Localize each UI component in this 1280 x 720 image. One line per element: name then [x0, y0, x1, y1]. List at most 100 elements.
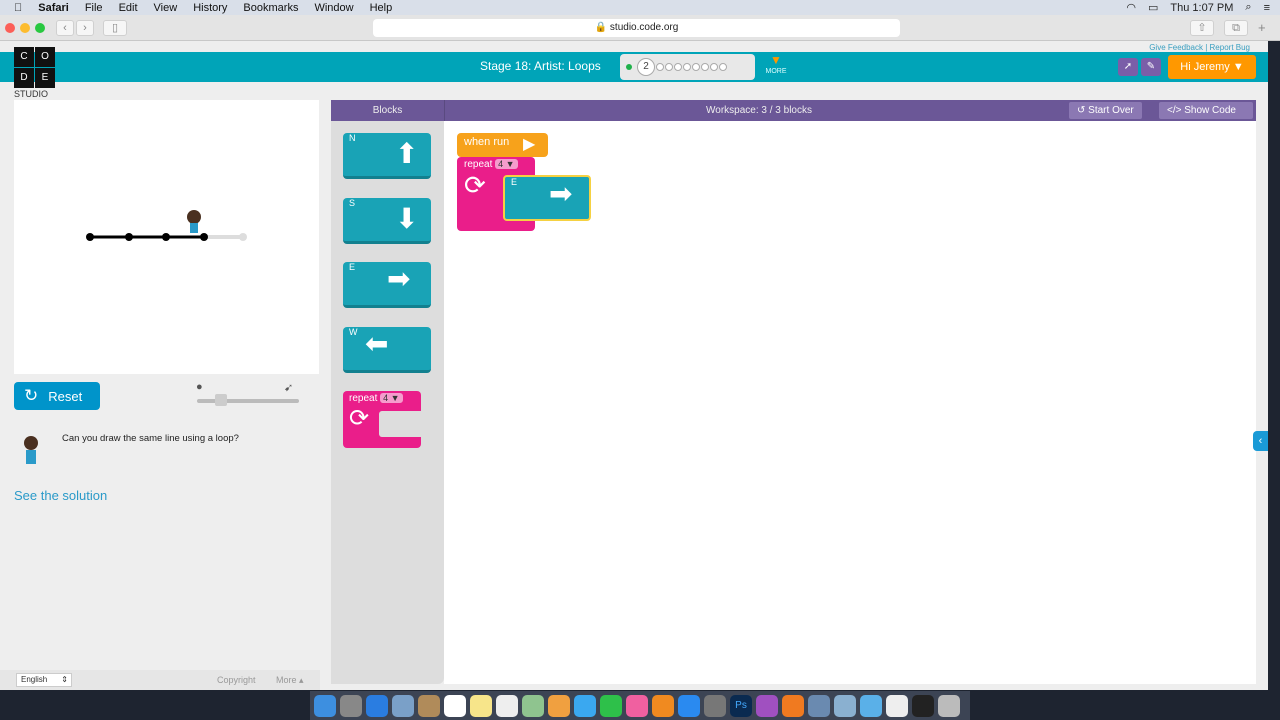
zoom-window-button[interactable] — [35, 23, 45, 33]
arrow-right-icon: ➡ — [549, 178, 573, 209]
contacts-icon[interactable] — [418, 694, 440, 717]
arrow-right-icon: ➡ — [387, 263, 411, 294]
level-complete-dot[interactable] — [626, 64, 632, 70]
spotlight-icon[interactable]: ⌕ — [1245, 1, 1251, 14]
feedback-links: Give Feedback | Report Bug — [1149, 43, 1250, 52]
drawing — [86, 210, 247, 241]
battery-icon[interactable]: ▭ — [1148, 1, 1158, 14]
menu-file[interactable]: File — [85, 2, 103, 14]
workspace[interactable]: when run ▶ repeat 4 ▼ ⟳ E ➡ — [444, 121, 1256, 684]
minimize-window-button[interactable] — [20, 23, 30, 33]
close-window-button[interactable] — [5, 23, 15, 33]
rocket-icon[interactable]: ➚ — [1118, 58, 1138, 76]
back-button[interactable]: ‹ — [56, 20, 74, 36]
level-dot[interactable] — [674, 63, 682, 71]
speed-slider[interactable] — [197, 394, 299, 406]
app-icon[interactable] — [782, 694, 804, 717]
app-icon[interactable] — [808, 694, 830, 717]
move-west-block[interactable]: W ⬅ — [343, 327, 431, 373]
safari-icon[interactable] — [366, 694, 388, 717]
when-run-block[interactable]: when run ▶ — [457, 133, 548, 157]
preview-icon[interactable] — [392, 694, 414, 717]
share-button[interactable]: ⇧ — [1190, 20, 1214, 36]
reset-button[interactable]: ↻ Reset — [14, 382, 100, 410]
move-south-block[interactable]: S ⬇ — [343, 198, 431, 244]
maps-icon[interactable] — [522, 694, 544, 717]
toolbox: N ⬆ S ⬇ E ➡ W ⬅ repeat 4 ▼ ⟳ — [331, 121, 444, 684]
vertex — [239, 233, 247, 241]
photos-icon[interactable] — [548, 694, 570, 717]
sidebar-toggle-icon[interactable]: ▯ — [103, 20, 127, 36]
launchpad-icon[interactable] — [340, 694, 362, 717]
menu-bookmarks[interactable]: Bookmarks — [243, 2, 298, 14]
level-dot[interactable] — [683, 63, 691, 71]
messages-icon[interactable] — [574, 694, 596, 717]
reminders-icon[interactable] — [496, 694, 518, 717]
folder-icon[interactable] — [860, 694, 882, 717]
copyright-link[interactable]: Copyright — [217, 675, 256, 685]
vertex — [86, 233, 94, 241]
level-dot[interactable] — [656, 63, 664, 71]
apple-menu-icon[interactable]:  — [14, 2, 22, 14]
repeat-block[interactable]: repeat 4 ▼ ⟳ — [343, 391, 421, 448]
page: Give Feedback | Report Bug Stage 18: Art… — [0, 41, 1268, 690]
more-button[interactable]: ▼ MORE — [764, 54, 788, 78]
level-dot[interactable] — [692, 63, 700, 71]
system-preferences-icon[interactable] — [704, 694, 726, 717]
move-east-block[interactable]: E ➡ — [503, 175, 591, 221]
document-icon[interactable] — [886, 694, 908, 717]
more-label: MORE — [765, 68, 787, 75]
address-bar[interactable]: 🔒 studio.code.org — [373, 19, 900, 37]
notification-icon[interactable]: ≡ — [1264, 2, 1270, 14]
language-select[interactable]: English ⇕ — [16, 673, 72, 687]
level-dot[interactable] — [701, 63, 709, 71]
stage-title[interactable]: Stage 18: Artist: Loops — [480, 59, 601, 73]
logo-letter: C — [14, 47, 34, 67]
terminal-icon[interactable] — [912, 694, 934, 717]
trash-icon[interactable] — [938, 694, 960, 717]
user-menu-button[interactable]: Hi Jeremy ▼ — [1168, 55, 1256, 79]
code-studio-logo[interactable]: C O D E STUDIO — [14, 47, 55, 99]
repeat-count-field[interactable]: 4 ▼ — [380, 393, 403, 403]
arrow-up-icon: ⬆ — [395, 138, 419, 169]
tabs-button[interactable]: ⧉ — [1224, 20, 1248, 36]
finder-icon[interactable] — [314, 694, 336, 717]
move-east-block[interactable]: E ➡ — [343, 262, 431, 308]
photoshop-icon[interactable]: Ps — [730, 694, 752, 717]
menu-view[interactable]: View — [154, 2, 178, 14]
menu-window[interactable]: Window — [314, 2, 353, 14]
menu-history[interactable]: History — [193, 2, 227, 14]
menu-edit[interactable]: Edit — [119, 2, 138, 14]
notes-icon[interactable] — [470, 694, 492, 717]
speed-slider-handle[interactable] — [215, 394, 227, 406]
repeat-count-field[interactable]: 4 ▼ — [495, 159, 518, 169]
start-over-button[interactable]: ↺ Start Over — [1069, 102, 1142, 119]
arrow-down-icon: ⬇ — [395, 203, 419, 234]
show-code-button[interactable]: </> Show Code — [1159, 102, 1253, 119]
menu-help[interactable]: Help — [370, 2, 393, 14]
wifi-icon[interactable]: ◠ — [1126, 1, 1136, 14]
level-dot[interactable] — [665, 63, 673, 71]
pencil-icon[interactable]: ✎ — [1141, 58, 1161, 76]
level-dot[interactable] — [710, 63, 718, 71]
see-solution-link[interactable]: See the solution — [14, 488, 107, 503]
calendar-icon[interactable] — [444, 694, 466, 717]
app-icon[interactable] — [834, 694, 856, 717]
facetime-icon[interactable] — [600, 694, 622, 717]
itunes-icon[interactable] — [626, 694, 648, 717]
new-tab-button[interactable]: + — [1258, 20, 1266, 35]
give-feedback-link[interactable]: Give Feedback — [1149, 43, 1203, 52]
move-north-block[interactable]: N ⬆ — [343, 133, 431, 179]
forward-button[interactable]: › — [76, 20, 94, 36]
final-cut-icon[interactable] — [756, 694, 778, 717]
report-bug-link[interactable]: Report Bug — [1210, 43, 1250, 52]
more-footer-link[interactable]: More ▴ — [276, 675, 304, 686]
level-dot[interactable] — [719, 63, 727, 71]
collapse-panel-button[interactable]: ‹ — [1253, 431, 1268, 451]
menu-app[interactable]: Safari — [38, 2, 69, 14]
app-store-icon[interactable] — [678, 694, 700, 717]
ibooks-icon[interactable] — [652, 694, 674, 717]
current-level[interactable]: 2 — [637, 58, 655, 76]
logo-subtitle: STUDIO — [14, 89, 49, 99]
clock[interactable]: Thu 1:07 PM — [1170, 2, 1233, 14]
